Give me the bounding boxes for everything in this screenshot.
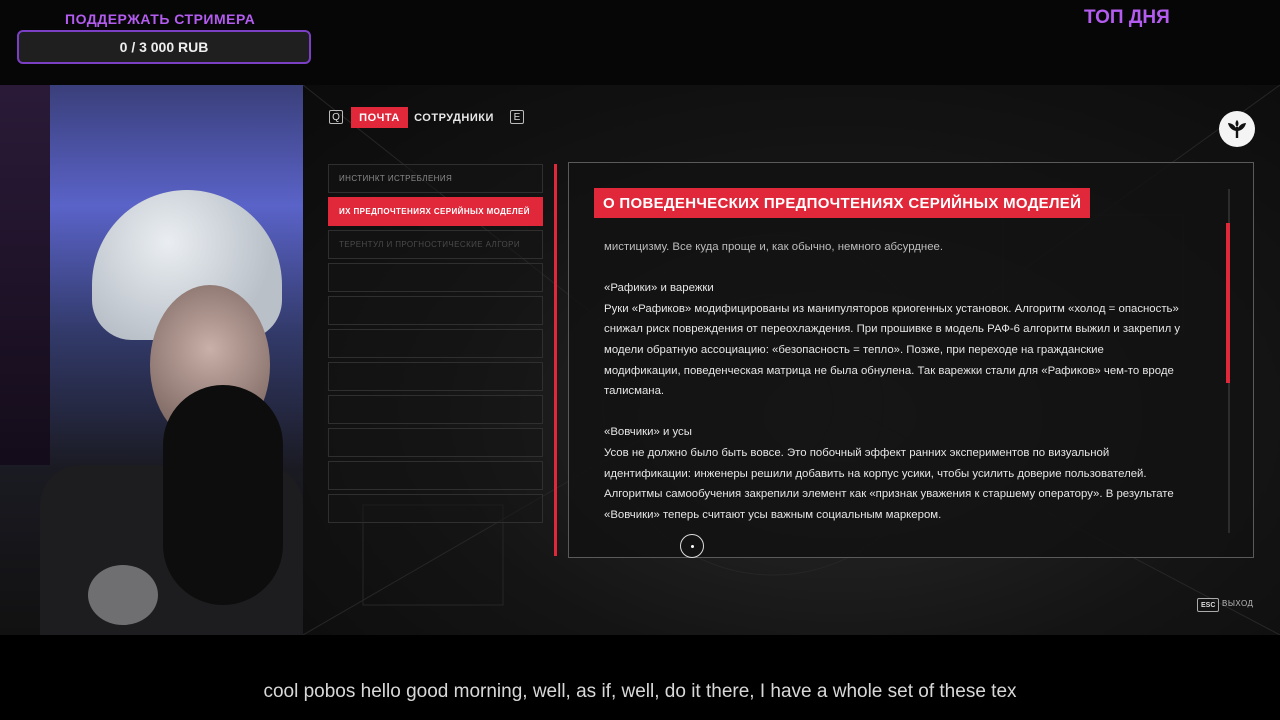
game-screen: Q ПОЧТА СОТРУДНИКИ E Инстинкт истреблени… [303,85,1280,635]
scrollbar-thumb[interactable] [1226,223,1230,383]
list-divider [554,164,557,556]
list-item-empty[interactable] [328,461,543,490]
mail-line: модификации, поведенческая матрица не бы… [604,364,1174,377]
list-item-empty[interactable] [328,263,543,292]
mail-line: Руки «Рафиков» модифицированы из манипул… [604,302,1179,315]
exit-label[interactable]: ВЫХОД [1222,598,1253,610]
key-q-hint[interactable]: Q [329,110,343,124]
list-item-empty[interactable] [328,494,543,523]
subtitle-bar [0,635,1280,720]
donation-progress-text: 0 / 3 000 RUB [119,39,209,55]
tab-staff[interactable]: СОТРУДНИКИ [413,107,495,128]
mail-line: идентификации: инженеры решили добавить … [604,467,1147,480]
mail-heading: «Рафики» и варежки [604,282,714,295]
cursor-dot [690,544,694,548]
cursor-icon [680,534,704,558]
donation-progress-bar: 0 / 3 000 RUB [17,30,311,64]
list-item[interactable]: Инстинкт истребления [328,164,543,193]
tab-mail[interactable]: ПОЧТА [351,107,408,128]
mail-content-panel: О ПОВЕДЕНЧЕСКИХ ПРЕДПОЧТЕНИЯХ СЕРИЙНЫХ М… [568,162,1254,558]
list-item-empty[interactable] [328,428,543,457]
list-item[interactable]: Терентул и прогностические алгори [328,230,543,259]
list-item-empty[interactable] [328,362,543,391]
mail-line: талисмана. [604,385,665,398]
list-item-empty[interactable] [328,395,543,424]
microphone [163,385,283,605]
webcam-feed [0,85,303,635]
mail-line: «Вовчики» теперь считают усы важным соци… [604,508,942,521]
donation-title: ПОДДЕРЖАТЬ СТРИМЕРА [65,11,256,27]
mail-heading: «Вовчики» и усы [604,426,692,439]
esc-key-hint[interactable]: ESC [1197,598,1220,612]
list-item-empty[interactable] [328,329,543,358]
mail-line: снижал риск повреждения от переохлаждени… [604,323,1181,336]
mail-body[interactable]: мистицизму. Все куда проще и, как обычно… [604,237,1214,525]
mail-title: О ПОВЕДЕНЧЕСКИХ ПРЕДПОЧТЕНИЯХ СЕРИЙНЫХ М… [594,188,1091,218]
shirt-print [88,565,158,625]
mail-list: Инстинкт истребления Их предпочтениях се… [328,164,543,527]
key-e-hint[interactable]: E [510,110,524,124]
mail-line: Алгоритмы самообучения закрепили элемент… [604,488,1174,501]
mail-line: модели обратную ассоциацию: «безопасност… [604,343,1104,356]
top-of-day-label: ТОП ДНЯ [1084,7,1170,28]
subtitle-text: cool pobos hello good morning, well, as … [263,681,1017,702]
sprout-icon [1219,111,1255,147]
webcam-background [0,85,50,465]
list-item-active[interactable]: Их предпочтениях серийных моделей [328,197,543,226]
mail-line: Усов не должно было быть вовсе. Это побо… [604,446,1110,459]
list-item-empty[interactable] [328,296,543,325]
mail-line: мистицизму. Все куда проще и, как обычно… [604,241,944,253]
